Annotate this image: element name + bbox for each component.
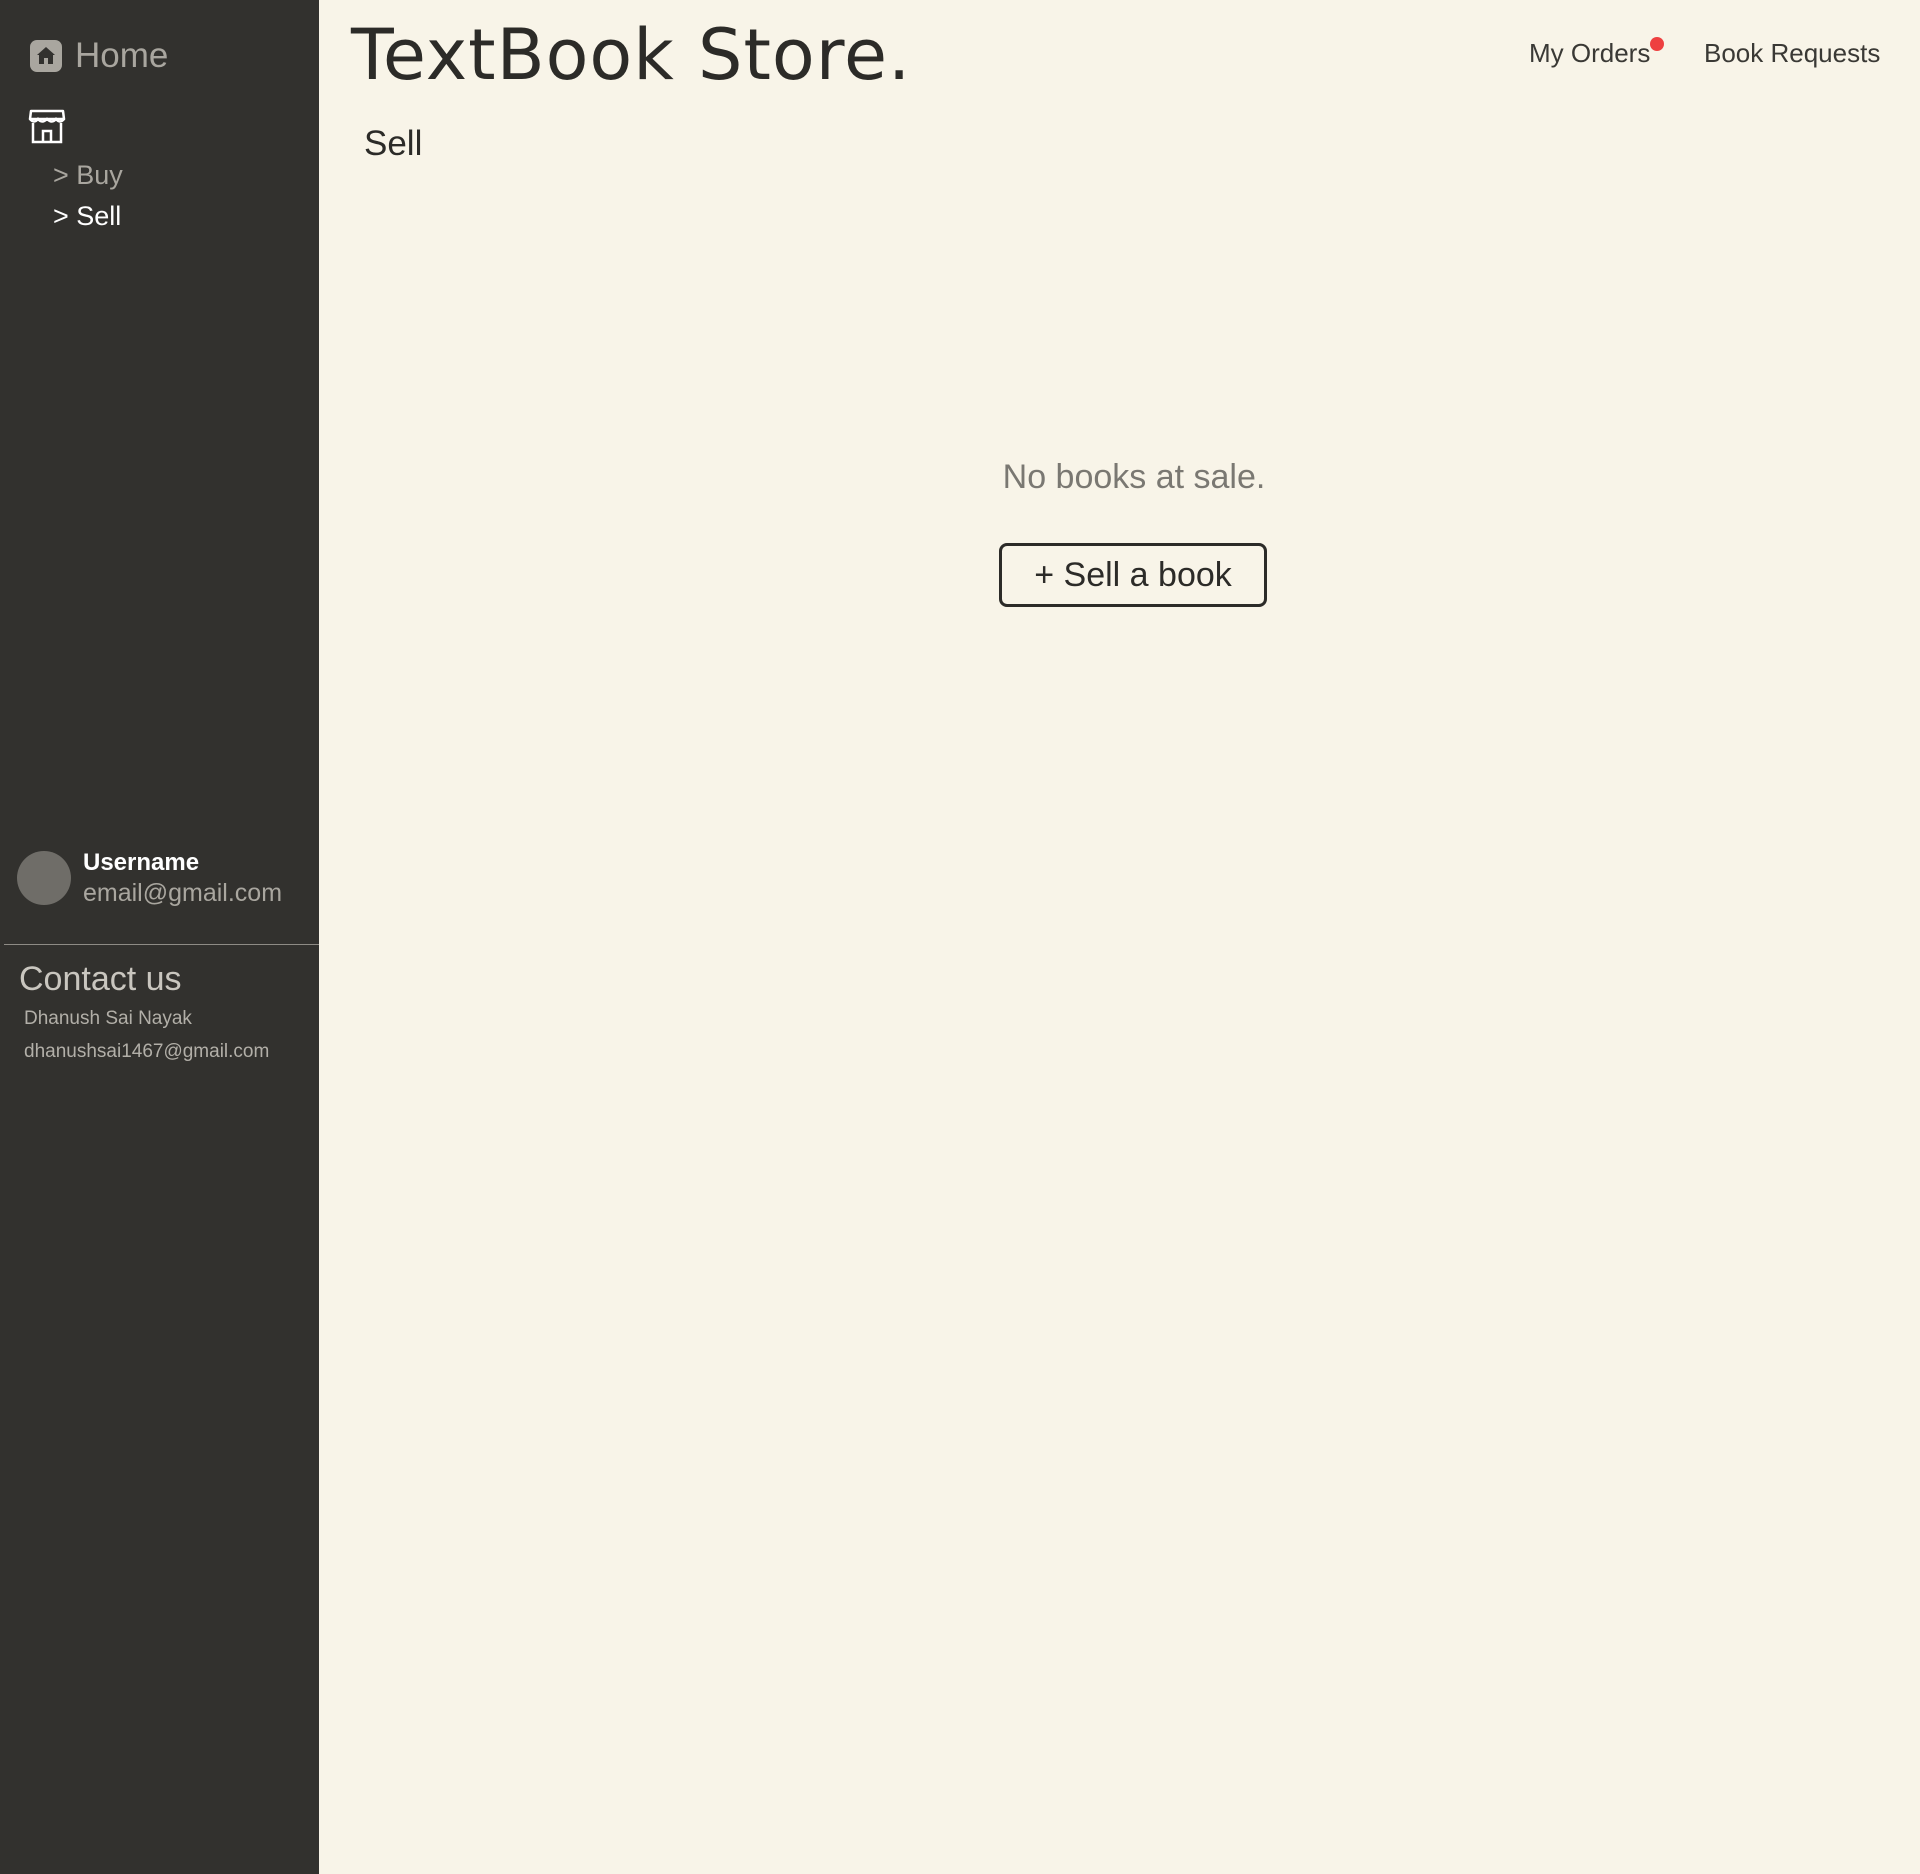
user-name: Username: [83, 849, 200, 876]
book-requests-link[interactable]: Book Requests: [1704, 38, 1880, 69]
sidebar-item-home[interactable]: Home: [29, 36, 168, 76]
sell-a-book-button[interactable]: + Sell a book: [999, 543, 1267, 607]
sidebar-item-sell[interactable]: > Sell: [53, 201, 121, 232]
storefront-icon[interactable]: [28, 108, 66, 144]
sidebar-item-buy[interactable]: > Buy: [53, 160, 123, 191]
home-icon: [30, 40, 62, 72]
my-orders-link[interactable]: My Orders: [1529, 38, 1650, 69]
notification-dot: [1650, 37, 1664, 51]
avatar: [17, 851, 71, 905]
user-email: email@gmail.com: [83, 879, 283, 907]
contact-title: Contact us: [19, 960, 182, 998]
sidebar-item-home-label: Home: [75, 36, 169, 75]
brand-title: TextBook Store.: [351, 14, 912, 96]
empty-state-message: No books at sale.: [1002, 458, 1266, 496]
user-profile[interactable]: Username email@gmail.com: [17, 848, 282, 908]
sidebar-divider: [4, 944, 319, 945]
page-title: Sell: [364, 124, 423, 163]
sidebar: Home > Buy > Sell Username email@gmail.c…: [0, 0, 319, 1874]
contact-email: dhanushsai1467@gmail.com: [24, 1041, 270, 1062]
contact-name: Dhanush Sai Nayak: [24, 1008, 192, 1029]
